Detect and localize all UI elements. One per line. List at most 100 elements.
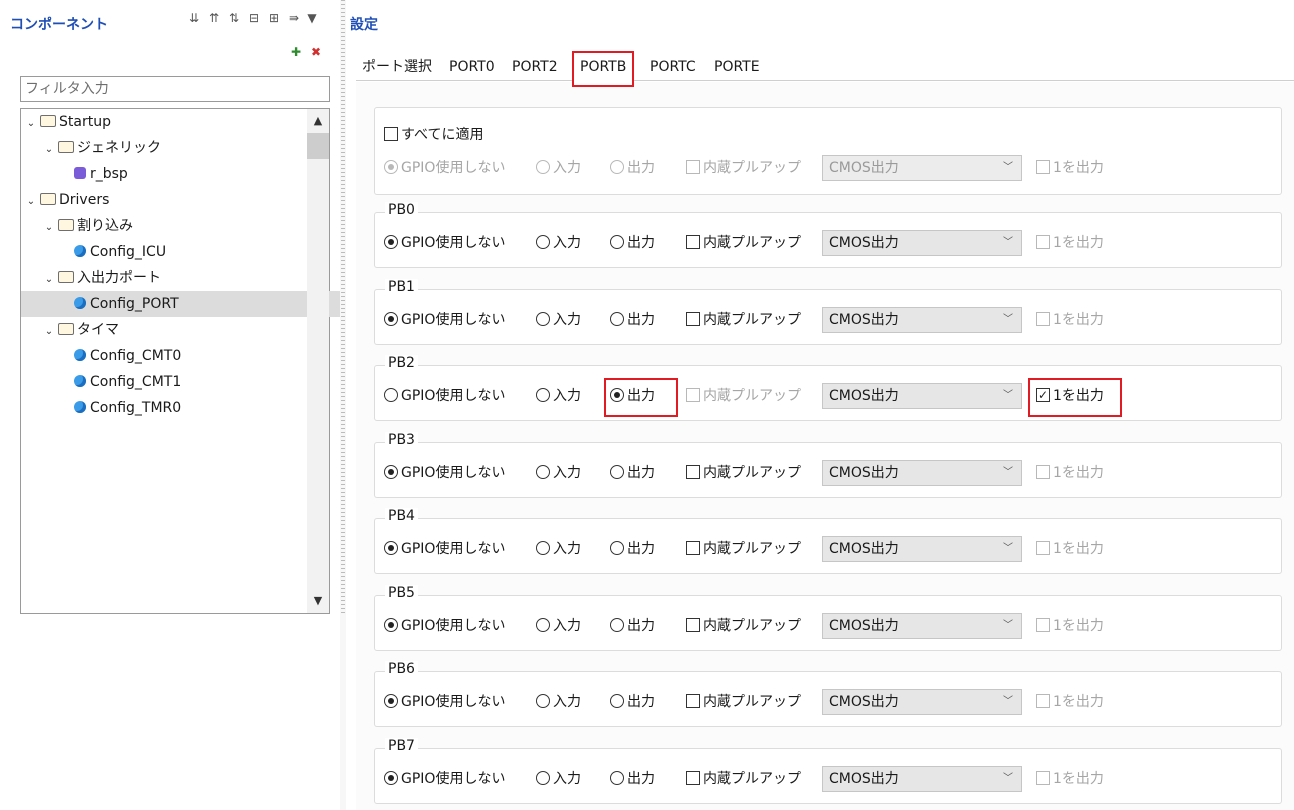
output-mode-select[interactable]: CMOS出力 ﹀ <box>822 613 1022 639</box>
tree-item[interactable]: Config_CMT1 <box>60 369 181 395</box>
radio-output[interactable]: 出力 <box>610 693 655 711</box>
pin-label: PB3 <box>385 431 418 448</box>
tree-item[interactable]: ⌄ Drivers <box>24 187 110 215</box>
folder-icon <box>58 219 74 231</box>
radio-input[interactable]: 入力 <box>536 159 581 177</box>
radio-no-gpio[interactable]: GPIO使用しない <box>384 311 505 329</box>
output-mode-select[interactable]: CMOS出力 ﹀ <box>822 460 1022 486</box>
tree-item[interactable]: Config_ICU <box>60 239 166 265</box>
apply-all-checkbox[interactable]: すべてに適用 <box>384 126 483 144</box>
radio-input[interactable]: 入力 <box>536 387 581 405</box>
output-high-checkbox[interactable]: 1を出力 <box>1036 617 1104 635</box>
tree-item-label: Config_CMT0 <box>90 348 182 364</box>
radio-no-gpio[interactable]: GPIO使用しない <box>384 464 505 482</box>
radio-input[interactable]: 入力 <box>536 770 581 788</box>
output-mode-select[interactable]: CMOS出力 ﹀ <box>822 766 1022 792</box>
output-high-checkbox[interactable]: 1を出力 <box>1036 464 1104 482</box>
tree-item-label: Startup <box>59 114 111 130</box>
chevron-down-icon: ﹀ <box>1003 696 1013 707</box>
pullup-checkbox[interactable]: 内蔵プルアップ <box>686 617 801 635</box>
output-high-checkbox[interactable]: 1を出力 <box>1036 311 1104 329</box>
pullup-checkbox[interactable]: 内蔵プルアップ <box>686 311 801 329</box>
tree-item[interactable]: ⌄ タイマ <box>42 317 119 343</box>
radio-input[interactable]: 入力 <box>536 693 581 711</box>
chevron-down-icon[interactable]: ⌄ <box>24 189 38 215</box>
output-high-checkbox[interactable]: 1を出力 <box>1036 693 1104 711</box>
radio-output[interactable]: 出力 <box>610 311 655 329</box>
tree-scrollbar-thumb[interactable] <box>307 133 329 159</box>
pullup-checkbox[interactable]: 内蔵プルアップ <box>686 464 801 482</box>
tree-item[interactable]: r_bsp <box>60 161 128 187</box>
tree-item[interactable]: Config_TMR0 <box>60 395 181 421</box>
sort-icon[interactable]: ⇅ <box>226 10 242 26</box>
add-component-icon[interactable]: ✚ <box>288 44 304 60</box>
tab-port0[interactable]: PORT0 <box>443 53 501 81</box>
tab-porte[interactable]: PORTE <box>708 53 766 81</box>
radio-output[interactable]: 出力 <box>610 464 655 482</box>
radio-input[interactable]: 入力 <box>536 464 581 482</box>
filter-input[interactable] <box>20 76 330 102</box>
tree-item[interactable]: ⌄ Startup <box>24 109 111 135</box>
tree-item[interactable]: ⌄ 割り込み <box>42 213 133 239</box>
collapse-icon[interactable]: ⇊ <box>186 10 202 26</box>
output-mode-select[interactable]: CMOS出力 ﹀ <box>822 689 1022 715</box>
radio-no-gpio[interactable]: GPIO使用しない <box>384 617 505 635</box>
output-mode-select[interactable]: CMOS出力 ﹀ <box>822 230 1022 256</box>
view-menu-icon[interactable]: ▼ <box>304 10 320 26</box>
expand-icon[interactable]: ⇈ <box>206 10 222 26</box>
output-high-checkbox[interactable]: 1を出力 <box>1036 540 1104 558</box>
pullup-checkbox[interactable]: 内蔵プルアップ <box>686 770 801 788</box>
radio-no-gpio[interactable]: GPIO使用しない <box>384 693 505 711</box>
remove-component-icon[interactable]: ✖ <box>308 44 324 60</box>
radio-icon <box>384 160 398 174</box>
chevron-down-icon[interactable]: ⌄ <box>24 111 38 137</box>
radio-output[interactable]: 出力 <box>610 770 655 788</box>
radio-output[interactable]: 出力 <box>610 617 655 635</box>
tree-item[interactable]: Config_PORT <box>21 291 344 317</box>
output-mode-select[interactable]: CMOS出力 ﹀ <box>822 155 1022 181</box>
tab-ポート選択[interactable]: ポート選択 <box>356 53 438 81</box>
collapse-all-icon[interactable]: ⊟ <box>246 10 262 26</box>
pullup-checkbox[interactable]: 内蔵プルアップ <box>686 159 801 177</box>
output-high-checkbox[interactable]: 1を出力 <box>1036 770 1104 788</box>
output-mode-select[interactable]: CMOS出力 ﹀ <box>822 307 1022 333</box>
output-high-checkbox[interactable]: 1を出力 <box>1036 234 1104 252</box>
output-mode-select[interactable]: CMOS出力 ﹀ <box>822 536 1022 562</box>
out1-highlight <box>1028 378 1122 417</box>
radio-no-gpio[interactable]: GPIO使用しない <box>384 234 505 252</box>
tree-item[interactable]: Config_CMT0 <box>60 343 181 369</box>
radio-input[interactable]: 入力 <box>536 540 581 558</box>
tab-portb[interactable]: PORTB <box>572 51 635 87</box>
output-mode-select[interactable]: CMOS出力 ﹀ <box>822 383 1022 409</box>
scroll-up-icon[interactable]: ▲ <box>307 110 329 132</box>
pin-label: PB0 <box>385 202 418 218</box>
radio-no-gpio[interactable]: GPIO使用しない <box>384 159 505 177</box>
expand-all-icon[interactable]: ⊞ <box>266 10 282 26</box>
pullup-checkbox[interactable]: 内蔵プルアップ <box>686 387 801 405</box>
checkbox-icon <box>686 618 700 632</box>
pullup-checkbox[interactable]: 内蔵プルアップ <box>686 693 801 711</box>
tab-portc[interactable]: PORTC <box>644 53 702 81</box>
chevron-down-icon[interactable]: ⌄ <box>42 215 56 241</box>
tree-item[interactable]: ⌄ 入出力ポート <box>42 265 161 291</box>
output-high-checkbox[interactable]: 1を出力 <box>1036 159 1104 177</box>
radio-input[interactable]: 入力 <box>536 311 581 329</box>
pullup-checkbox[interactable]: 内蔵プルアップ <box>686 540 801 558</box>
radio-no-gpio[interactable]: GPIO使用しない <box>384 540 505 558</box>
tab-port2[interactable]: PORT2 <box>506 53 564 81</box>
radio-no-gpio[interactable]: GPIO使用しない <box>384 387 505 405</box>
chevron-down-icon[interactable]: ⌄ <box>42 267 56 293</box>
link-icon[interactable]: ⇛ <box>286 10 302 26</box>
pullup-checkbox[interactable]: 内蔵プルアップ <box>686 234 801 252</box>
radio-no-gpio[interactable]: GPIO使用しない <box>384 770 505 788</box>
radio-output[interactable]: 出力 <box>610 540 655 558</box>
radio-input[interactable]: 入力 <box>536 617 581 635</box>
radio-output[interactable]: 出力 <box>610 159 655 177</box>
chevron-down-icon[interactable]: ⌄ <box>42 319 56 345</box>
chevron-down-icon[interactable]: ⌄ <box>42 137 56 163</box>
tree-scrollbar[interactable] <box>307 109 329 613</box>
radio-input[interactable]: 入力 <box>536 234 581 252</box>
radio-output[interactable]: 出力 <box>610 234 655 252</box>
scroll-down-icon[interactable]: ▼ <box>307 590 329 612</box>
tree-item[interactable]: ⌄ ジェネリック <box>42 135 161 161</box>
